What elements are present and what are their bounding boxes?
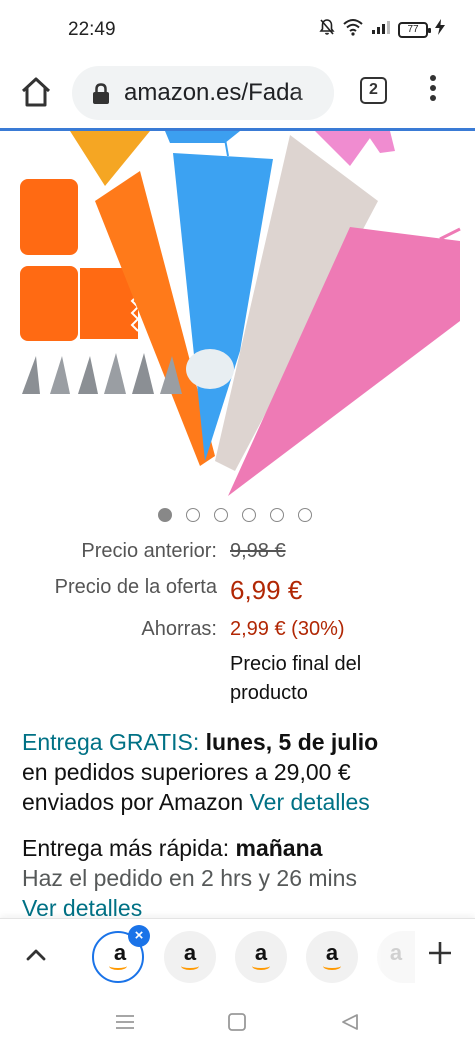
- deal-price: 6,99 €: [230, 575, 303, 605]
- tab-strip: a × a a a a: [0, 918, 475, 992]
- order-countdown: Haz el pedido en 2 hrs y 26 mins: [22, 865, 357, 891]
- carousel-dot[interactable]: [214, 508, 228, 522]
- signal-icon: [371, 19, 391, 40]
- carousel-dot[interactable]: [298, 508, 312, 522]
- previous-price: 9,98 €: [230, 540, 286, 562]
- menu-dot: [430, 95, 436, 101]
- tab-amazon[interactable]: a: [235, 931, 287, 983]
- deal-price-label: Precio de la oferta: [54, 576, 217, 598]
- status-icons: 77: [319, 18, 445, 41]
- shipped-by-line: enviados por Amazon Ver detalles: [22, 787, 462, 817]
- home-nav-button[interactable]: [227, 1012, 247, 1037]
- amazon-smile: [252, 962, 270, 970]
- menu-lines-icon: [116, 1015, 134, 1029]
- battery-indicator: 77: [398, 21, 431, 38]
- carousel-dot[interactable]: [186, 508, 200, 522]
- plus-icon: [429, 942, 451, 964]
- final-price-note-line1: Precio final del: [230, 653, 362, 675]
- tab-switcher-button[interactable]: 2: [360, 77, 387, 104]
- scraper: [20, 179, 78, 255]
- overflow-menu-button[interactable]: [420, 72, 446, 112]
- close-tab-button[interactable]: ×: [128, 925, 150, 947]
- scraper: [20, 266, 78, 341]
- home-button[interactable]: [18, 74, 54, 110]
- fast-delivery-info: Entrega más rápida: mañana Haz el pedido…: [22, 833, 462, 923]
- mute-bell-icon: [319, 18, 335, 41]
- status-time: 22:49: [68, 19, 116, 40]
- piping-bags-illustration: [20, 131, 461, 496]
- charging-icon: [435, 19, 445, 40]
- tab-amazon[interactable]: a: [306, 931, 358, 983]
- carousel-dot[interactable]: [242, 508, 256, 522]
- savings-amount: 2,99 € (30%): [230, 618, 345, 640]
- new-tab-button[interactable]: [424, 937, 456, 969]
- coupler: [186, 349, 234, 389]
- home-icon: [21, 77, 51, 107]
- fast-delivery-line: Entrega más rápida: mañana: [22, 833, 462, 863]
- tab-amazon[interactable]: a: [164, 931, 216, 983]
- delivery-threshold: en pedidos superiores a 29,00 €: [22, 759, 351, 785]
- expand-tabs-button[interactable]: [22, 941, 50, 969]
- status-bar: 22:49 77: [0, 0, 475, 58]
- free-delivery-info: Entrega GRATIS: lunes, 5 de julio en ped…: [22, 727, 462, 817]
- browser-toolbar: amazon.es/Fada 2: [0, 58, 475, 128]
- shipped-by-text: enviados por Amazon: [22, 789, 244, 815]
- amazon-smile: [323, 962, 341, 970]
- url-fade: [294, 66, 334, 120]
- menu-dot: [430, 85, 436, 91]
- carousel-dot[interactable]: [158, 508, 172, 522]
- tab-amazon-partial[interactable]: a: [377, 931, 415, 983]
- carousel-dot[interactable]: [270, 508, 284, 522]
- free-delivery-line: Entrega GRATIS: lunes, 5 de julio: [22, 727, 462, 757]
- image-carousel-dots: [158, 508, 312, 522]
- wifi-icon: [342, 18, 364, 41]
- tab-amazon-current[interactable]: a ×: [92, 925, 150, 983]
- product-image[interactable]: [0, 131, 475, 501]
- amazon-logo-icon: a: [389, 940, 403, 965]
- free-delivery-label: Entrega GRATIS:: [22, 729, 200, 755]
- address-bar[interactable]: amazon.es/Fada: [72, 66, 334, 120]
- recent-apps-button[interactable]: [114, 1012, 136, 1037]
- final-price-note-line2: producto: [230, 682, 308, 704]
- chevron-up-icon: [26, 949, 46, 961]
- back-triangle-icon: [342, 1014, 358, 1030]
- menu-dot: [430, 75, 436, 81]
- system-navigation-bar: [0, 992, 475, 1056]
- delivery-date: lunes, 5 de julio: [205, 729, 379, 755]
- url-text: amazon.es/Fada: [124, 79, 303, 106]
- delivery-details-link[interactable]: Ver detalles: [250, 789, 370, 815]
- previous-price-label: Precio anterior:: [81, 540, 217, 562]
- square-icon: [228, 1013, 246, 1031]
- amazon-smile: [109, 962, 127, 970]
- fast-delivery-label: Entrega más rápida:: [22, 835, 230, 861]
- back-nav-button[interactable]: [340, 1012, 360, 1037]
- fast-delivery-day: mañana: [235, 835, 323, 861]
- amazon-smile: [181, 962, 199, 970]
- lock-icon: [92, 83, 110, 110]
- savings-label: Ahorras:: [141, 618, 217, 640]
